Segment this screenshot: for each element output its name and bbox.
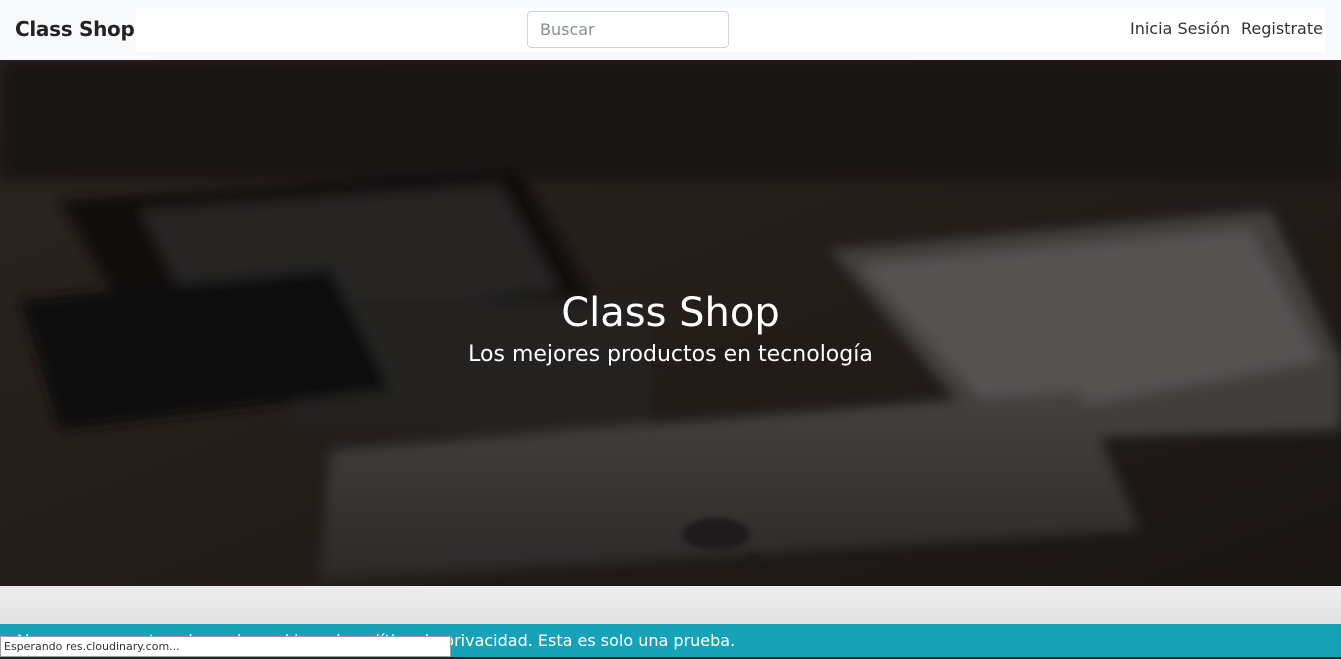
hero-subtitle: Los mejores productos en tecnología xyxy=(468,342,873,367)
login-link[interactable]: Inicia Sesión xyxy=(1130,19,1230,38)
hero-title: Class Shop xyxy=(561,290,780,336)
hero-banner: Class Shop Los mejores productos en tecn… xyxy=(0,60,1341,586)
search-input[interactable] xyxy=(527,11,729,48)
brand-link[interactable]: Class Shop xyxy=(15,17,135,41)
browser-status-bar: Esperando res.cloudinary.com... xyxy=(0,636,451,657)
navbar: Class Shop Inicia Sesión Registrate xyxy=(0,0,1341,60)
register-link[interactable]: Registrate xyxy=(1241,19,1323,38)
content-section xyxy=(0,586,1341,624)
